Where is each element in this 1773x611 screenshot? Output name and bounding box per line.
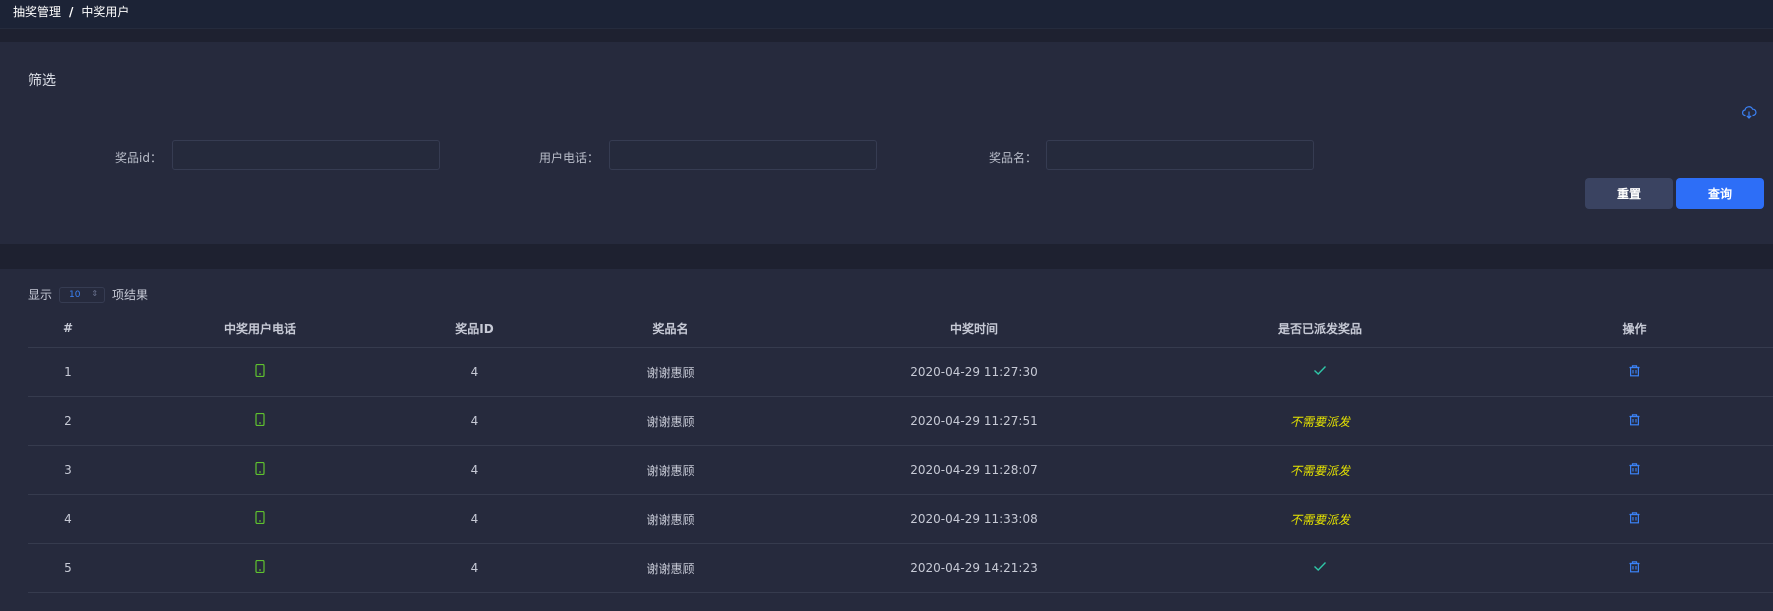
phone-cell — [108, 445, 412, 495]
user-phone-label: 用户电话： — [539, 151, 600, 165]
win-time-cell: 2020-04-29 14:21:23 — [804, 543, 1144, 593]
delete-icon[interactable] — [1628, 560, 1641, 576]
breadcrumb: 抽奖管理 / 中奖用户 — [13, 3, 129, 20]
distributed-cell — [1144, 543, 1496, 593]
prize-name-cell: 谢谢惠顾 — [537, 494, 804, 544]
phone-icon[interactable] — [255, 559, 265, 576]
cloud-download-icon[interactable] — [1741, 104, 1757, 120]
table-row: 3 4 谢谢惠顾 2020-04-29 11:28:07 不需要派发 — [28, 445, 1773, 495]
table-row: 1 4 谢谢惠顾 2020-04-29 11:27:30 — [28, 347, 1773, 397]
actions-cell — [1496, 445, 1773, 495]
prize-name-label: 奖品名： — [989, 151, 1038, 165]
prize-id-cell: 4 — [412, 347, 537, 397]
distributed-cell: 不需要派发 — [1144, 494, 1496, 544]
prize-id-input[interactable] — [172, 140, 440, 170]
check-icon — [1313, 365, 1327, 379]
select-caret-icon: ⇕ — [91, 288, 99, 298]
breadcrumb-current: 中奖用户 — [81, 5, 130, 19]
table-row: 5 4 谢谢惠顾 2020-04-29 14:21:23 — [28, 543, 1773, 593]
row-index: 4 — [28, 494, 108, 544]
prize-name-input[interactable] — [1046, 140, 1314, 170]
page-size-value: 10 — [69, 289, 81, 300]
delete-icon[interactable] — [1628, 462, 1641, 478]
actions-cell — [1496, 396, 1773, 446]
delete-icon[interactable] — [1628, 413, 1641, 429]
actions-cell — [1496, 494, 1773, 544]
reset-button[interactable]: 重置 — [1585, 178, 1673, 209]
column-header-phone: 中奖用户电话 — [108, 309, 412, 348]
phone-icon[interactable] — [255, 461, 265, 478]
distributed-cell: 不需要派发 — [1144, 445, 1496, 495]
prize-id-cell: 4 — [412, 396, 537, 446]
table-row: 2 4 谢谢惠顾 2020-04-29 11:27:51 不需要派发 — [28, 396, 1773, 446]
column-header-prize-name: 奖品名 — [537, 309, 804, 348]
phone-cell — [108, 347, 412, 397]
distributed-cell — [1144, 347, 1496, 397]
prize-id-cell: 4 — [412, 543, 537, 593]
delete-icon[interactable] — [1628, 364, 1641, 380]
prize-name-cell: 谢谢惠顾 — [537, 445, 804, 495]
phone-icon[interactable] — [255, 412, 265, 429]
row-index: 1 — [28, 347, 108, 397]
column-header-time: 中奖时间 — [804, 309, 1144, 348]
query-button[interactable]: 查询 — [1676, 178, 1764, 209]
column-header-distributed: 是否已派发奖品 — [1144, 309, 1496, 348]
phone-icon[interactable] — [255, 510, 265, 527]
filter-panel: 筛选 奖品id： 用户电话： 奖品名： 重置 查询 — [0, 42, 1773, 244]
check-icon — [1313, 561, 1327, 575]
filter-title: 筛选 — [28, 73, 56, 89]
status-text: 不需要派发 — [1289, 414, 1350, 429]
row-index: 2 — [28, 396, 108, 446]
row-index: 3 — [28, 445, 108, 495]
status-text: 不需要派发 — [1289, 512, 1350, 527]
column-header-index: # — [28, 309, 108, 348]
column-header-actions: 操作 — [1496, 309, 1773, 348]
prize-name-cell: 谢谢惠顾 — [537, 543, 804, 593]
prize-id-cell: 4 — [412, 494, 537, 544]
status-text: 不需要派发 — [1289, 463, 1350, 478]
table-row: 4 4 谢谢惠顾 2020-04-29 11:33:08 不需要派发 — [28, 494, 1773, 544]
results-label: 项结果 — [112, 288, 149, 302]
page-size-control: 显示 10 ⇕ 项结果 — [28, 286, 148, 303]
delete-icon[interactable] — [1628, 511, 1641, 527]
actions-cell — [1496, 543, 1773, 593]
prize-name-cell: 谢谢惠顾 — [537, 347, 804, 397]
prize-id-label: 奖品id： — [115, 151, 162, 165]
win-time-cell: 2020-04-29 11:28:07 — [804, 445, 1144, 495]
table-header-row: # 中奖用户电话 奖品ID 奖品名 中奖时间 是否已派发奖品 操作 — [28, 309, 1773, 348]
page-size-select[interactable]: 10 ⇕ — [59, 286, 106, 303]
actions-cell — [1496, 347, 1773, 397]
column-header-prize-id: 奖品ID — [412, 309, 537, 348]
results-panel: 显示 10 ⇕ 项结果 # 中奖用户电话 奖品ID 奖品名 中奖时间 是否已派发… — [0, 269, 1773, 611]
phone-cell — [108, 543, 412, 593]
top-bar: 抽奖管理 / 中奖用户 — [0, 0, 1773, 29]
breadcrumb-separator: / — [69, 4, 74, 19]
win-time-cell: 2020-04-29 11:27:51 — [804, 396, 1144, 446]
breadcrumb-parent[interactable]: 抽奖管理 — [13, 3, 61, 20]
distributed-cell: 不需要派发 — [1144, 396, 1496, 446]
prize-name-cell: 谢谢惠顾 — [537, 396, 804, 446]
winners-table: # 中奖用户电话 奖品ID 奖品名 中奖时间 是否已派发奖品 操作 1 4 谢谢惠顾… — [28, 309, 1773, 593]
win-time-cell: 2020-04-29 11:33:08 — [804, 494, 1144, 544]
phone-cell — [108, 396, 412, 446]
row-index: 5 — [28, 543, 108, 593]
prize-id-cell: 4 — [412, 445, 537, 495]
show-label: 显示 — [28, 288, 53, 302]
phone-cell — [108, 494, 412, 544]
phone-icon[interactable] — [255, 363, 265, 380]
user-phone-input[interactable] — [609, 140, 877, 170]
win-time-cell: 2020-04-29 11:27:30 — [804, 347, 1144, 397]
